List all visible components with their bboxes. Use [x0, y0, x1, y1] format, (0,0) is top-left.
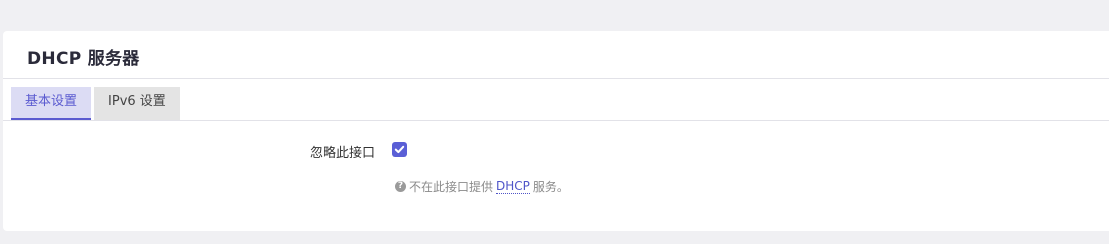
ignore-interface-help: ? 不在此接口提供 DHCP 服务。 [395, 178, 569, 195]
tab-bar: 基本设置 IPv6 设置 [11, 87, 180, 120]
section-title: DHCP 服务器 [27, 49, 140, 69]
question-circle-icon: ? [395, 181, 406, 192]
ignore-interface-label: 忽略此接口 [309, 146, 375, 161]
tab-ipv6-settings[interactable]: IPv6 设置 [94, 87, 180, 120]
ignore-interface-checkbox[interactable] [392, 142, 407, 157]
dhcp-abbreviation[interactable]: DHCP [496, 179, 530, 194]
tab-basic-settings[interactable]: 基本设置 [11, 87, 92, 120]
checkmark-icon [394, 145, 405, 154]
help-text-suffix: 服务。 [532, 180, 569, 194]
tab-divider [3, 120, 1109, 121]
help-text-prefix: 不在此接口提供 [409, 180, 494, 194]
title-divider [3, 78, 1109, 79]
dhcp-server-panel: DHCP 服务器 基本设置 IPv6 设置 忽略此接口 ? 不在此接口提供 DH… [3, 31, 1109, 231]
